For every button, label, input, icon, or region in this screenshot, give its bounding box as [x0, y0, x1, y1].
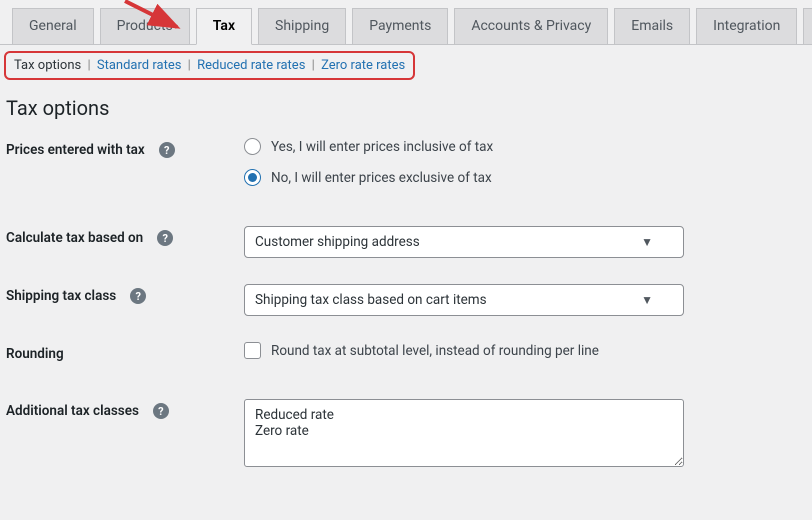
tab-accounts[interactable]: Accounts & Privacy [454, 8, 608, 44]
page-title: Tax options [6, 96, 806, 120]
textarea-additional-tax-classes[interactable] [244, 399, 684, 467]
tab-products[interactable]: Products [100, 8, 190, 44]
separator: | [84, 58, 93, 73]
select-value: Shipping tax class based on cart items [255, 292, 487, 308]
sub-tabs-highlight: Tax options | Standard rates | Reduced r… [4, 51, 415, 80]
tab-tax[interactable]: Tax [196, 8, 252, 45]
subtab-tax-options[interactable]: Tax options [14, 58, 81, 73]
radio-label-exclusive: No, I will enter prices exclusive of tax [271, 170, 492, 186]
label-prices-with-tax: Prices entered with tax [6, 142, 145, 158]
chevron-down-icon: ▼ [641, 293, 653, 307]
chevron-down-icon: ▼ [641, 235, 653, 249]
tab-payments[interactable]: Payments [352, 8, 448, 44]
select-value: Customer shipping address [255, 234, 420, 250]
radio-label-inclusive: Yes, I will enter prices inclusive of ta… [271, 139, 493, 155]
select-calc-based-on[interactable]: Customer shipping address ▼ [244, 226, 684, 258]
tab-integration[interactable]: Integration [696, 8, 797, 44]
checkbox-label-rounding: Round tax at subtotal level, instead of … [271, 343, 599, 359]
help-icon[interactable]: ? [153, 403, 169, 419]
label-shipping-tax-class: Shipping tax class [6, 288, 116, 304]
tab-general[interactable]: General [12, 8, 94, 44]
label-rounding: Rounding [6, 346, 64, 362]
tab-shipping[interactable]: Shipping [258, 8, 346, 44]
checkbox-rounding[interactable] [244, 342, 261, 359]
select-shipping-tax-class[interactable]: Shipping tax class based on cart items ▼ [244, 284, 684, 316]
main-tabs: General Products Tax Shipping Payments A… [0, 0, 812, 45]
subtab-standard-rates[interactable]: Standard rates [97, 58, 182, 73]
help-icon[interactable]: ? [157, 230, 173, 246]
radio-prices-inclusive[interactable] [244, 138, 261, 155]
tab-emails[interactable]: Emails [614, 8, 690, 44]
subtab-reduced-rates[interactable]: Reduced rate rates [197, 58, 305, 73]
radio-prices-exclusive[interactable] [244, 169, 261, 186]
tab-advanced[interactable]: Advanced [803, 8, 812, 44]
help-icon[interactable]: ? [159, 142, 175, 158]
subtab-zero-rates[interactable]: Zero rate rates [321, 58, 405, 73]
label-calc-based-on: Calculate tax based on [6, 230, 143, 246]
separator: | [309, 58, 318, 73]
help-icon[interactable]: ? [130, 288, 146, 304]
separator: | [185, 58, 194, 73]
label-additional-tax-classes: Additional tax classes [6, 403, 139, 419]
